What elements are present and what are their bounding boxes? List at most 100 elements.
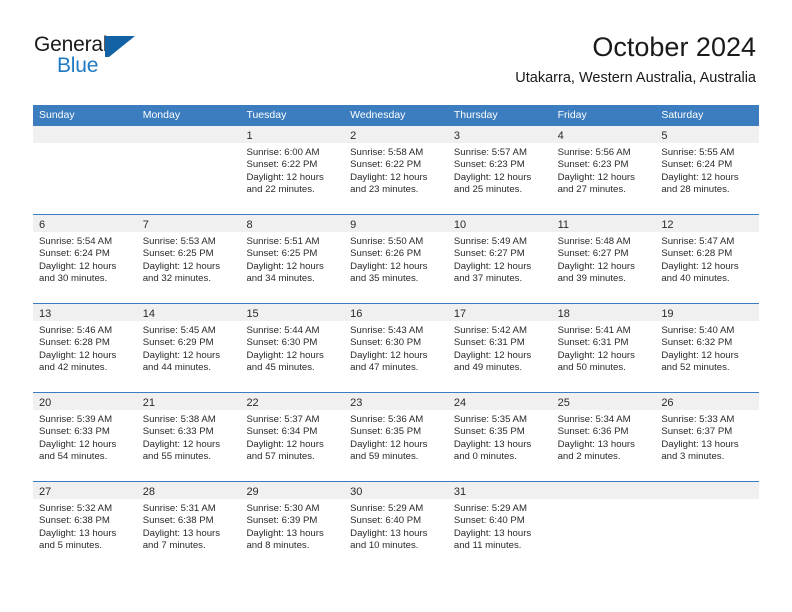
page-title: October 2024	[592, 32, 756, 62]
calendar-page: General Blue October 2024 Utakarra, West…	[0, 0, 792, 612]
day-cell[interactable]: 29 Sunrise: 5:30 AM Sunset: 6:39 PM Dayligh…	[240, 482, 345, 570]
day-number: 30	[350, 486, 363, 498]
sunrise-line: Sunrise: 5:53 AM	[142, 236, 216, 247]
sunset-line: Sunset: 6:38 PM	[142, 515, 214, 527]
day-cell[interactable]: 2 Sunrise: 5:58 AM Sunset: 6:22 PM Daylight…	[344, 126, 448, 214]
day-number: 19	[661, 308, 674, 320]
page-header: General Blue October 2024 Utakarra, West…	[0, 0, 792, 100]
day-cell[interactable]: 26 Sunrise: 5:33 AM Sunset: 6:37 PM Dayligh…	[655, 393, 760, 481]
day-cell[interactable]: 5 Sunrise: 5:55 AM Sunset: 6:24 PM Daylight…	[655, 126, 760, 214]
daylight-line-1: Daylight: 13 hours	[39, 527, 117, 539]
day-number: 28	[142, 486, 155, 498]
daylight-line-1: Daylight: 13 hours	[557, 438, 635, 450]
daylight-line-1: Daylight: 13 hours	[453, 438, 532, 450]
daylight-line-2: and 10 minutes.	[350, 540, 419, 552]
day-cell[interactable]: 6 Sunrise: 5:54 AM Sunset: 6:24 PM Daylight…	[33, 215, 137, 303]
day-number-strip: 30	[344, 482, 448, 499]
sunset-line: Sunset: 6:31 PM	[557, 337, 629, 349]
day-cell[interactable]: 12 Sunrise: 5:47 AM Sunset: 6:28 PM Dayligh…	[655, 215, 760, 303]
brand-logo[interactable]: General Blue	[34, 33, 204, 85]
title-block: October 2024 Utakarra, Western Australia…	[515, 30, 756, 88]
day-number-strip: 18	[551, 304, 656, 321]
day-cell[interactable]: 19 Sunrise: 5:40 AM Sunset: 6:32 PM Dayligh…	[655, 304, 760, 392]
sunset-line: Sunset: 6:22 PM	[350, 159, 422, 171]
day-cell[interactable]: 8 Sunrise: 5:51 AM Sunset: 6:25 PM Daylight…	[240, 215, 345, 303]
day-number-strip: 11	[551, 215, 656, 232]
week-row: 13 Sunrise: 5:46 AM Sunset: 6:28 PM Dayligh…	[33, 303, 760, 392]
day-cell[interactable]: 1 Sunrise: 6:00 AM Sunset: 6:22 PM Daylight…	[240, 126, 345, 214]
daylight-line-1: Daylight: 12 hours	[142, 438, 221, 450]
day-number: 4	[557, 130, 564, 142]
day-number-strip: 9	[344, 215, 448, 232]
day-cell-empty	[33, 126, 137, 214]
sunrise-line: Sunrise: 5:29 AM	[350, 503, 424, 514]
day-cell[interactable]: 9 Sunrise: 5:50 AM Sunset: 6:26 PM Daylight…	[344, 215, 448, 303]
sunset-line: Sunset: 6:23 PM	[557, 159, 629, 171]
day-cell[interactable]: 10 Sunrise: 5:49 AM Sunset: 6:27 PM Dayligh…	[447, 215, 552, 303]
day-cell[interactable]: 18 Sunrise: 5:41 AM Sunset: 6:31 PM Dayligh…	[551, 304, 656, 392]
day-cell[interactable]: 23 Sunrise: 5:36 AM Sunset: 6:35 PM Dayligh…	[344, 393, 448, 481]
daylight-line-1: Daylight: 12 hours	[661, 260, 739, 272]
sunrise-line: Sunrise: 5:57 AM	[453, 147, 527, 158]
day-cell[interactable]: 30 Sunrise: 5:29 AM Sunset: 6:40 PM Dayligh…	[344, 482, 448, 570]
daylight-line-2: and 11 minutes.	[453, 540, 522, 552]
day-details: Sunrise: 5:29 AM Sunset: 6:40 PM Daylight:…	[344, 499, 448, 553]
day-cell[interactable]: 25 Sunrise: 5:34 AM Sunset: 6:36 PM Dayligh…	[551, 393, 656, 481]
day-details: Sunrise: 5:50 AM Sunset: 6:26 PM Daylight:…	[344, 232, 448, 286]
daylight-line-2: and 50 minutes.	[557, 362, 626, 374]
sunset-line: Sunset: 6:32 PM	[661, 337, 733, 349]
daylight-line-2: and 0 minutes.	[453, 451, 517, 463]
day-details: Sunrise: 5:35 AM Sunset: 6:35 PM Daylight:…	[448, 410, 552, 464]
day-details: Sunrise: 5:36 AM Sunset: 6:35 PM Daylight:…	[344, 410, 448, 464]
day-number-strip: 10	[447, 215, 552, 232]
daylight-line-1: Daylight: 12 hours	[39, 438, 117, 450]
day-cell[interactable]: 11 Sunrise: 5:48 AM Sunset: 6:27 PM Dayligh…	[551, 215, 656, 303]
day-cell[interactable]: 15 Sunrise: 5:44 AM Sunset: 6:30 PM Dayligh…	[240, 304, 345, 392]
day-cell[interactable]: 3 Sunrise: 5:57 AM Sunset: 6:23 PM Daylight…	[447, 126, 552, 214]
day-number-strip: 31	[447, 482, 552, 499]
daylight-line-2: and 22 minutes.	[246, 184, 315, 196]
daylight-line-2: and 30 minutes.	[39, 273, 108, 285]
day-cell[interactable]: 28 Sunrise: 5:31 AM Sunset: 6:38 PM Dayligh…	[136, 482, 241, 570]
day-number: 17	[453, 308, 467, 320]
daylight-line-2: and 7 minutes.	[142, 540, 206, 552]
sunset-line: Sunset: 6:35 PM	[453, 426, 525, 438]
day-cell[interactable]: 14 Sunrise: 5:45 AM Sunset: 6:29 PM Dayligh…	[136, 304, 241, 392]
sunset-line: Sunset: 6:25 PM	[246, 248, 318, 260]
week-row: 6 Sunrise: 5:54 AM Sunset: 6:24 PM Daylight…	[33, 214, 760, 303]
day-details: Sunrise: 5:44 AM Sunset: 6:30 PM Daylight:…	[240, 321, 344, 375]
sunrise-line: Sunrise: 5:54 AM	[39, 236, 113, 247]
weekday-header-tuesday: Tuesday	[246, 109, 287, 121]
sunrise-line: Sunrise: 5:31 AM	[142, 503, 216, 514]
day-cell[interactable]: 24 Sunrise: 5:35 AM Sunset: 6:35 PM Dayligh…	[447, 393, 552, 481]
day-details: Sunrise: 5:49 AM Sunset: 6:27 PM Daylight:…	[448, 232, 552, 286]
sunrise-line: Sunrise: 5:44 AM	[246, 325, 320, 336]
day-number-strip: 12	[655, 215, 760, 232]
day-cell[interactable]: 17 Sunrise: 5:42 AM Sunset: 6:31 PM Dayligh…	[447, 304, 552, 392]
daylight-line-1: Daylight: 12 hours	[39, 349, 117, 361]
day-cell[interactable]: 4 Sunrise: 5:56 AM Sunset: 6:23 PM Daylight…	[551, 126, 656, 214]
day-details: Sunrise: 5:29 AM Sunset: 6:40 PM Daylight:…	[448, 499, 552, 553]
sunrise-line: Sunrise: 5:32 AM	[39, 503, 113, 514]
sunrise-line: Sunrise: 5:51 AM	[246, 236, 320, 247]
daylight-line-2: and 27 minutes.	[557, 184, 626, 196]
day-details	[552, 499, 656, 503]
daylight-line-2: and 23 minutes.	[350, 184, 419, 196]
day-details	[33, 143, 137, 147]
day-cell[interactable]: 20 Sunrise: 5:39 AM Sunset: 6:33 PM Dayligh…	[33, 393, 137, 481]
day-cell[interactable]: 27 Sunrise: 5:32 AM Sunset: 6:38 PM Dayligh…	[33, 482, 137, 570]
day-number: 11	[557, 219, 570, 231]
day-cell[interactable]: 7 Sunrise: 5:53 AM Sunset: 6:25 PM Daylight…	[136, 215, 241, 303]
day-cell[interactable]: 21 Sunrise: 5:38 AM Sunset: 6:33 PM Dayligh…	[136, 393, 241, 481]
sunrise-line: Sunrise: 6:00 AM	[246, 147, 320, 158]
day-cell[interactable]: 16 Sunrise: 5:43 AM Sunset: 6:30 PM Dayligh…	[344, 304, 448, 392]
day-number-strip: 6	[33, 215, 137, 232]
sunset-line: Sunset: 6:34 PM	[246, 426, 318, 438]
day-number: 20	[39, 397, 52, 409]
day-cell[interactable]: 13 Sunrise: 5:46 AM Sunset: 6:28 PM Dayligh…	[33, 304, 137, 392]
day-details: Sunrise: 5:32 AM Sunset: 6:38 PM Daylight:…	[33, 499, 137, 553]
day-number-strip: 19	[655, 304, 760, 321]
day-cell[interactable]: 22 Sunrise: 5:37 AM Sunset: 6:34 PM Dayligh…	[240, 393, 345, 481]
sunset-line: Sunset: 6:30 PM	[246, 337, 318, 349]
day-cell[interactable]: 31 Sunrise: 5:29 AM Sunset: 6:40 PM Dayligh…	[447, 482, 552, 570]
